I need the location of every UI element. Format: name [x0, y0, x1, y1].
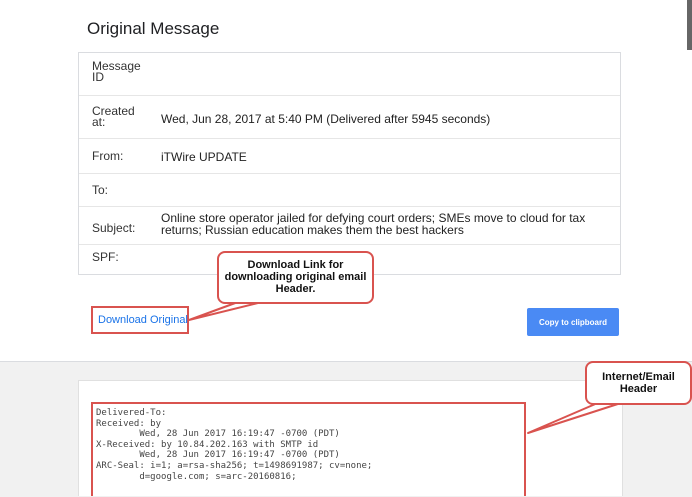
- download-original-link[interactable]: Download Original: [91, 306, 189, 334]
- raw-header-box: Delivered-To: Received: by Wed, 28 Jun 2…: [91, 402, 526, 496]
- field-label-subject: Subject:: [92, 221, 136, 235]
- field-value-subject: Online store operator jailed for defying…: [161, 211, 586, 237]
- window-edge: [687, 0, 692, 50]
- field-label-from: From:: [92, 149, 124, 163]
- table-row: Message ID: [79, 53, 620, 96]
- field-value-created-at: Wed, Jun 28, 2017 at 5:40 PM (Delivered …: [161, 112, 491, 126]
- field-value-from: iTWire UPDATE: [161, 150, 247, 164]
- email-header-callout: Internet/Email Header: [585, 361, 692, 405]
- field-label-message-id: Message ID: [92, 59, 141, 84]
- raw-header-text: Delivered-To: Received: by Wed, 28 Jun 2…: [96, 408, 373, 482]
- table-row: To:: [79, 174, 620, 207]
- download-link-callout: Download Link for downloading original e…: [217, 251, 374, 304]
- table-row: From: iTWire UPDATE: [79, 139, 620, 174]
- field-label-to: To:: [92, 183, 109, 197]
- field-label-spf: SPF:: [92, 250, 119, 264]
- field-label-created-at: Created at:: [92, 104, 135, 129]
- table-row: Subject: Online store operator jailed fo…: [79, 207, 620, 245]
- page-title: Original Message: [87, 19, 220, 38]
- copy-to-clipboard-button[interactable]: Copy to clipboard: [527, 308, 619, 336]
- download-callout-pointer: [188, 301, 263, 321]
- message-details-table: Message ID Created at: Wed, Jun 28, 2017…: [78, 52, 621, 275]
- table-row: Created at: Wed, Jun 28, 2017 at 5:40 PM…: [79, 96, 620, 139]
